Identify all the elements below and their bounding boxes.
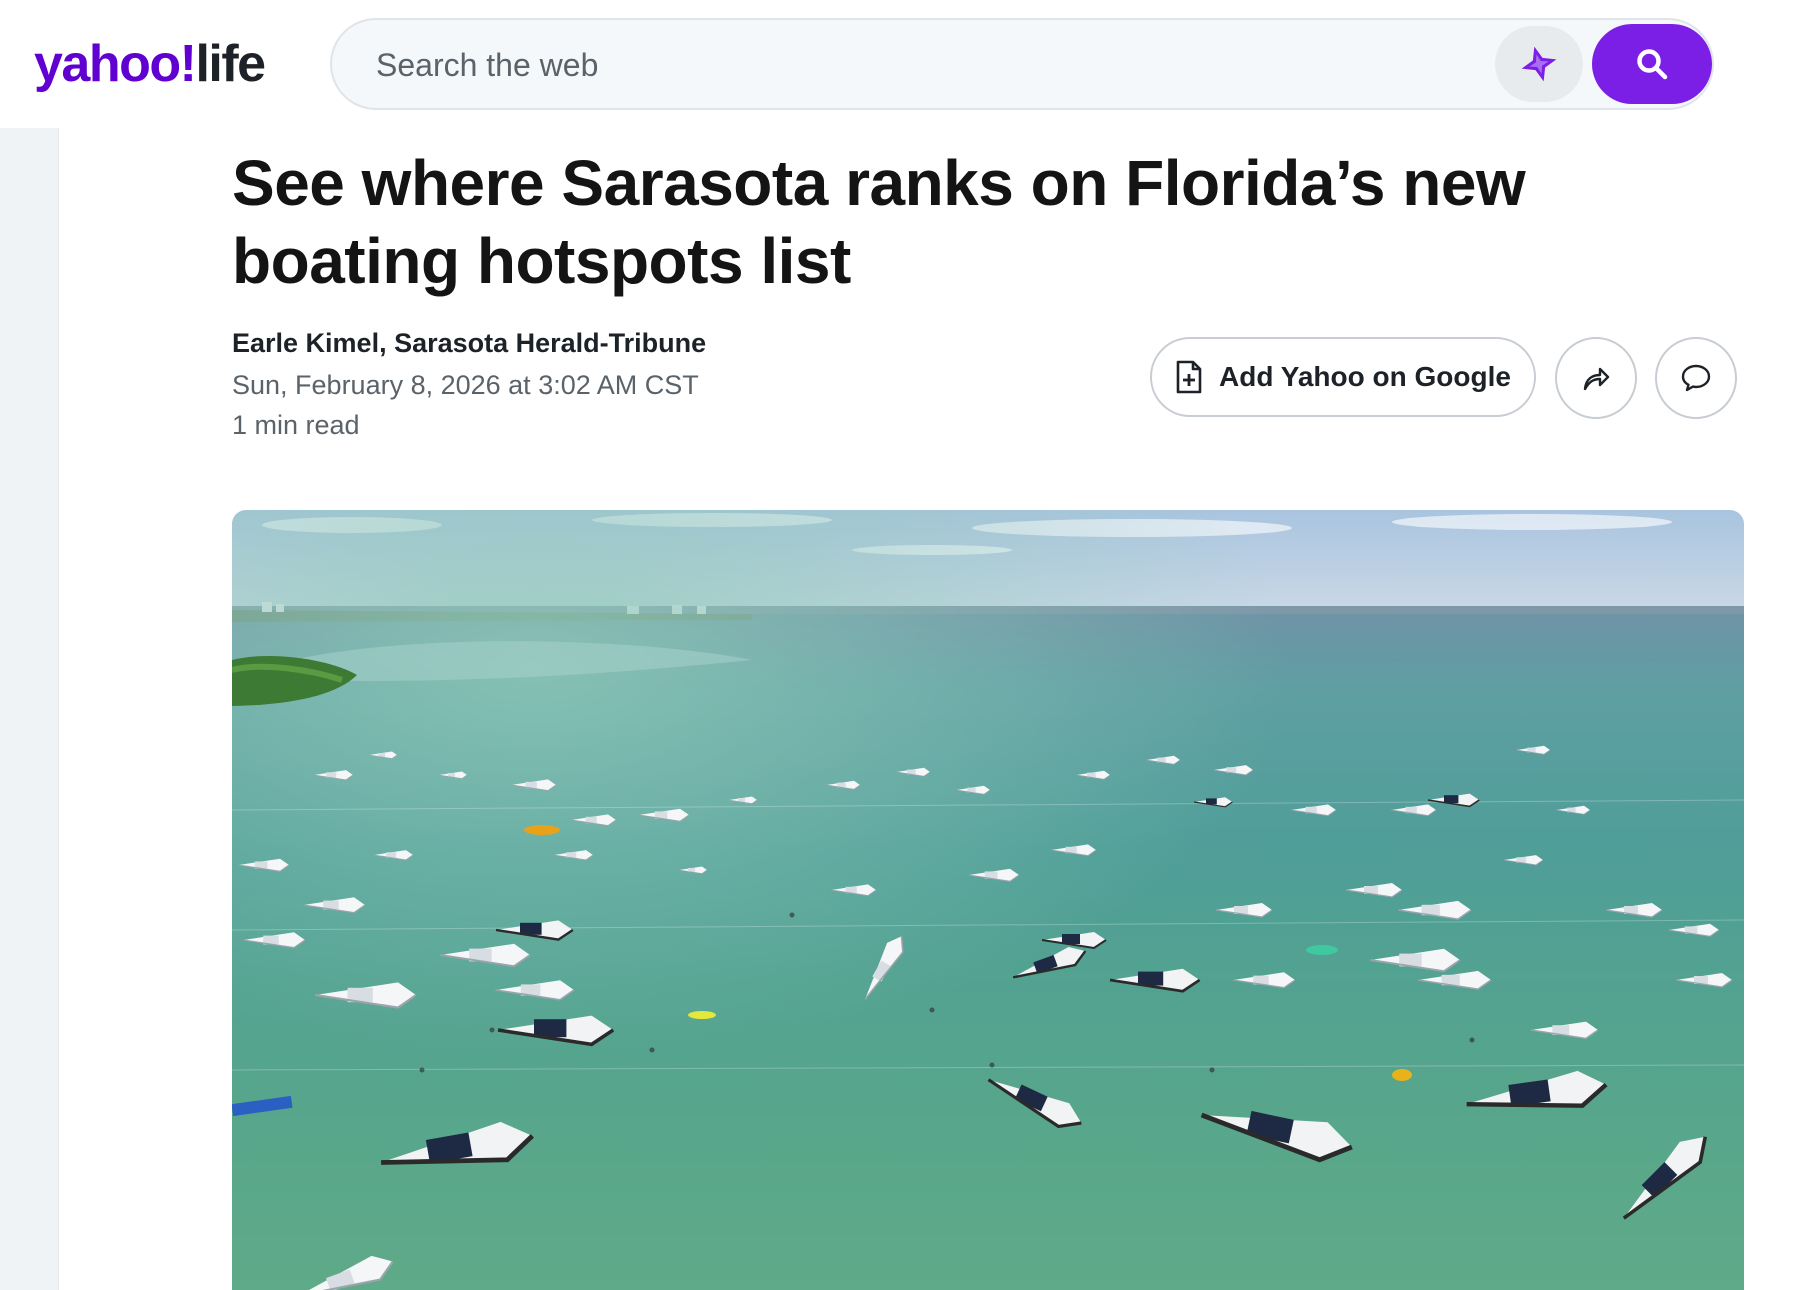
left-sidebar-rail bbox=[0, 128, 59, 1290]
sparkle-star-icon bbox=[1521, 46, 1557, 82]
document-plus-icon bbox=[1176, 360, 1202, 394]
search-bar bbox=[330, 18, 1714, 110]
comment-bubble-icon bbox=[1681, 364, 1711, 392]
top-header: yahoo!life bbox=[0, 0, 1804, 128]
search-input[interactable] bbox=[374, 42, 1378, 88]
hero-image[interactable] bbox=[232, 510, 1744, 1290]
comments-button[interactable] bbox=[1655, 337, 1737, 419]
ai-assistant-button[interactable] bbox=[1495, 26, 1583, 102]
add-yahoo-on-google-button[interactable]: Add Yahoo on Google bbox=[1150, 337, 1536, 417]
read-time: 1 min read bbox=[232, 410, 360, 440]
article-author[interactable]: Earle Kimel, Sarasota Herald-Tribune bbox=[232, 328, 706, 359]
share-button[interactable] bbox=[1555, 337, 1637, 419]
article-headline: See where Sarasota ranks on Florida’s ne… bbox=[232, 147, 1526, 297]
yahoo-life-logo[interactable]: yahoo!life bbox=[34, 34, 266, 94]
search-button[interactable] bbox=[1592, 24, 1712, 104]
logo-section: life bbox=[195, 35, 266, 93]
article-date: Sun, February 8, 2026 at 3:02 AM CST bbox=[232, 370, 699, 400]
logo-brand: yahoo! bbox=[34, 35, 197, 93]
add-google-label: Add Yahoo on Google bbox=[1219, 361, 1511, 392]
share-arrow-icon bbox=[1583, 367, 1610, 391]
aerial-boats-sandbar-photo bbox=[232, 510, 1744, 1290]
magnifier-icon bbox=[1637, 49, 1668, 80]
